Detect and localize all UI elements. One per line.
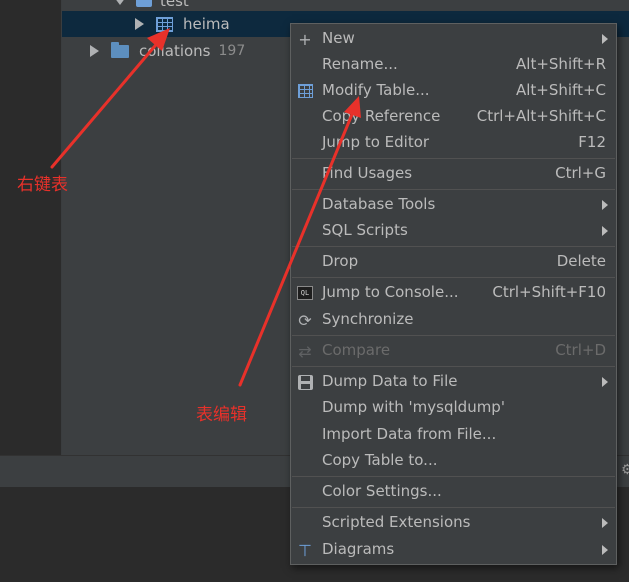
submenu-arrow-icon [602, 34, 608, 44]
table-icon [156, 16, 173, 32]
menu-item-compare[interactable]: ⇄ Compare Ctrl+D [291, 338, 616, 364]
expand-arrow-icon[interactable] [114, 0, 126, 5]
gear-icon[interactable]: ⚙ [621, 462, 629, 478]
menu-item-label: Copy Table to... [322, 451, 438, 469]
menu-item-label: Jump to Console... [322, 283, 459, 301]
menu-item-label: Diagrams [322, 540, 395, 558]
compare-icon: ⇄ [298, 341, 312, 361]
menu-item-diagrams[interactable]: ⊤ Diagrams [291, 537, 616, 563]
menu-item-label: Synchronize [322, 310, 414, 328]
menu-item-copy-reference[interactable]: Copy Reference Ctrl+Alt+Shift+C [291, 104, 616, 130]
menu-item-jump-to-console[interactable]: QL Jump to Console... Ctrl+Shift+F10 [291, 280, 616, 306]
left-strip [0, 0, 62, 455]
menu-item-label: Jump to Editor [322, 133, 430, 151]
menu-item-label: Modify Table... [322, 81, 430, 99]
submenu-arrow-icon [602, 518, 608, 528]
menu-item-copy-table[interactable]: Copy Table to... [291, 448, 616, 474]
menu-item-label: Rename... [322, 55, 398, 73]
menu-separator [292, 335, 615, 336]
menu-separator [292, 277, 615, 278]
menu-item-shortcut: Ctrl+Shift+F10 [492, 283, 606, 301]
menu-item-shortcut: F12 [578, 133, 606, 151]
submenu-arrow-icon [602, 226, 608, 236]
menu-item-import-data[interactable]: Import Data from File... [291, 422, 616, 448]
menu-item-shortcut: Alt+Shift+R [516, 55, 606, 73]
menu-item-color-settings[interactable]: Color Settings... [291, 479, 616, 505]
tree-item-label: heima [183, 15, 230, 33]
menu-separator [292, 476, 615, 477]
menu-item-label: Drop [322, 252, 359, 270]
annotation-right-click-table: 右键表 [17, 175, 68, 195]
menu-item-label: Dump with 'mysqldump' [322, 398, 505, 416]
menu-item-shortcut: Ctrl+D [555, 341, 606, 359]
menu-item-sql-scripts[interactable]: SQL Scripts [291, 218, 616, 244]
annotation-table-edit: 表编辑 [196, 405, 247, 425]
menu-item-jump-to-editor[interactable]: Jump to Editor F12 [291, 130, 616, 156]
menu-item-drop[interactable]: Drop Delete [291, 249, 616, 275]
sync-icon: ⟳ [298, 310, 312, 330]
menu-item-shortcut: Ctrl+G [555, 164, 606, 182]
plus-icon: + [298, 29, 312, 49]
save-icon [296, 373, 314, 391]
menu-item-scripted-extensions[interactable]: Scripted Extensions [291, 510, 616, 536]
menu-item-label: Copy Reference [322, 107, 441, 125]
tree-item-count: 197 [218, 43, 246, 59]
menu-item-modify-table[interactable]: Modify Table... Alt+Shift+C [291, 78, 616, 104]
menu-item-find-usages[interactable]: Find Usages Ctrl+G [291, 161, 616, 187]
tree-item-label: test [160, 0, 189, 10]
table-icon [296, 82, 314, 100]
menu-item-rename[interactable]: Rename... Alt+Shift+R [291, 52, 616, 78]
menu-separator [292, 246, 615, 247]
expand-arrow-icon[interactable] [135, 18, 144, 30]
submenu-arrow-icon [602, 377, 608, 387]
menu-item-shortcut: Ctrl+Alt+Shift+C [476, 107, 606, 125]
menu-item-label: SQL Scripts [322, 221, 408, 239]
menu-item-label: Dump Data to File [322, 372, 458, 390]
menu-item-label: Compare [322, 341, 391, 359]
menu-item-shortcut: Delete [556, 252, 606, 270]
menu-separator [292, 189, 615, 190]
menu-item-label: Database Tools [322, 195, 436, 213]
menu-item-synchronize[interactable]: ⟳ Synchronize [291, 307, 616, 333]
menu-item-label: New [322, 29, 355, 47]
submenu-arrow-icon [602, 200, 608, 210]
menu-item-dump-data-to-file[interactable]: Dump Data to File [291, 369, 616, 395]
console-icon: QL [296, 284, 314, 302]
menu-item-label: Scripted Extensions [322, 513, 471, 531]
schema-icon [136, 0, 152, 7]
menu-separator [292, 507, 615, 508]
menu-separator [292, 158, 615, 159]
diagram-icon: ⊤ [298, 540, 312, 560]
menu-item-label: Import Data from File... [322, 425, 497, 443]
menu-separator [292, 366, 615, 367]
menu-item-new[interactable]: + New [291, 26, 616, 52]
tree-item-label: collations [139, 42, 211, 60]
menu-item-label: Find Usages [322, 164, 413, 182]
folder-icon [111, 41, 129, 58]
menu-item-database-tools[interactable]: Database Tools [291, 192, 616, 218]
menu-item-dump-mysqldump[interactable]: Dump with 'mysqldump' [291, 395, 616, 421]
menu-item-label: Color Settings... [322, 482, 442, 500]
submenu-arrow-icon [602, 545, 608, 555]
context-menu: + New Rename... Alt+Shift+R Modify Table… [290, 23, 617, 565]
expand-arrow-icon[interactable] [90, 45, 99, 57]
menu-item-shortcut: Alt+Shift+C [515, 81, 606, 99]
